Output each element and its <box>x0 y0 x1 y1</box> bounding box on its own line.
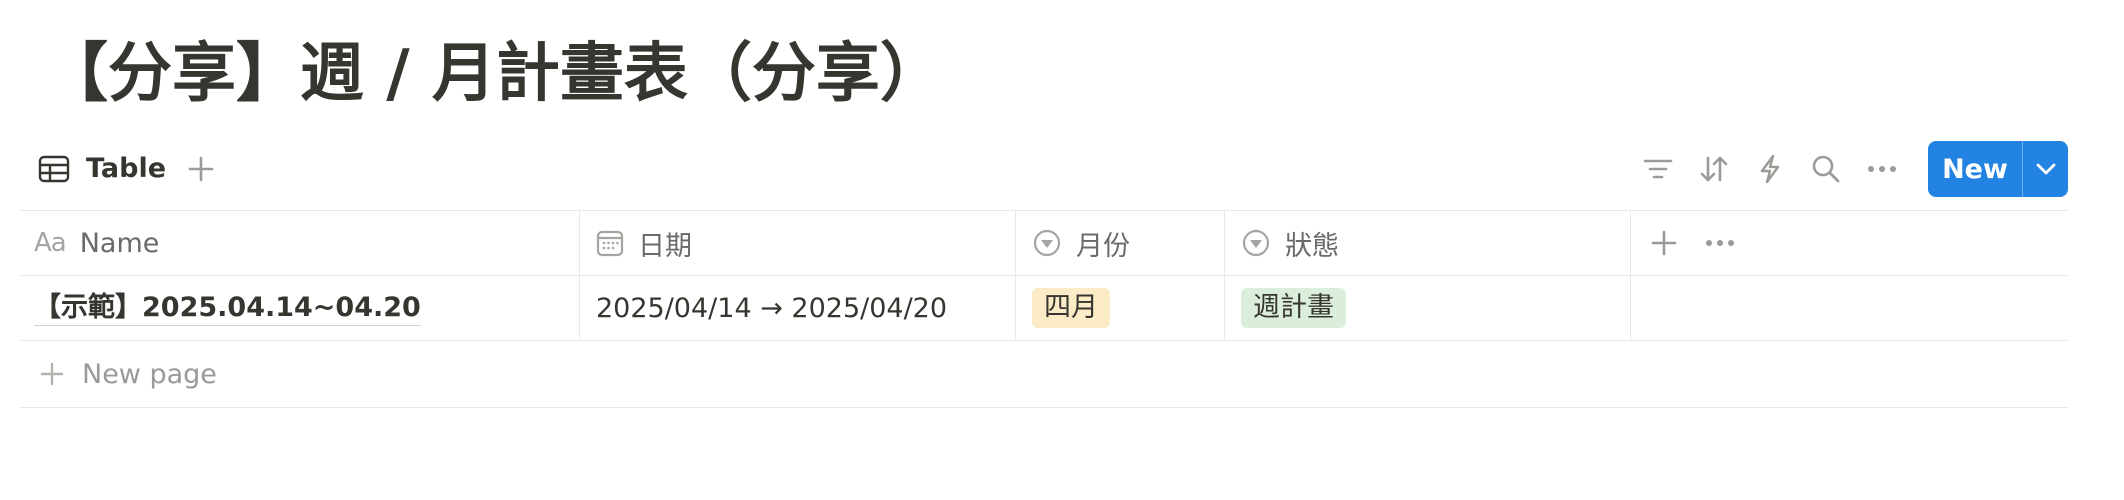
new-button[interactable]: New <box>1928 141 2068 197</box>
column-header-month[interactable]: 月份 <box>1016 211 1225 275</box>
cell-month[interactable]: 四月 <box>1016 276 1225 340</box>
automation-button[interactable] <box>1742 147 1798 191</box>
plus-icon <box>40 362 64 386</box>
column-header-label: 狀態 <box>1285 230 1339 262</box>
column-header-name[interactable]: Aa Name <box>20 211 580 275</box>
filter-button[interactable] <box>1630 147 1686 191</box>
add-property-button[interactable] <box>1651 230 1677 256</box>
search-icon <box>1811 154 1841 184</box>
new-dropdown-button[interactable] <box>2023 141 2068 197</box>
calendar-icon <box>596 229 624 257</box>
select-icon <box>1241 228 1271 258</box>
filter-icon <box>1643 157 1673 181</box>
column-header-label: 月份 <box>1076 230 1130 262</box>
search-button[interactable] <box>1798 147 1854 191</box>
plus-icon <box>1651 230 1677 256</box>
aa-text-icon: Aa <box>34 228 67 258</box>
more-options-button[interactable] <box>1854 147 1910 191</box>
database-table: Aa Name 日期 月份 狀態 【示範】2025.04.14~04.20 20… <box>20 210 2068 408</box>
cell-empty <box>1631 276 2068 340</box>
cell-status[interactable]: 週計畫 <box>1225 276 1631 340</box>
sort-button[interactable] <box>1686 147 1742 191</box>
more-icon <box>1867 165 1897 173</box>
column-header-label: 日期 <box>638 230 692 262</box>
cell-date[interactable]: 2025/04/14 → 2025/04/20 <box>580 276 1016 340</box>
page-link[interactable]: 【示範】2025.04.14~04.20 <box>34 291 421 326</box>
new-button-label[interactable]: New <box>1928 141 2022 197</box>
table-icon <box>38 155 70 183</box>
plus-icon <box>188 156 214 182</box>
more-icon <box>1706 240 1734 246</box>
database-toolbar: New <box>1630 140 2068 198</box>
column-more-button[interactable] <box>1705 239 1735 247</box>
chevron-down-icon <box>2036 163 2056 175</box>
date-range-value: 2025/04/14 → 2025/04/20 <box>596 292 948 324</box>
column-header-label: Name <box>79 227 160 259</box>
add-view-button[interactable] <box>184 152 218 186</box>
view-bar: Table New <box>20 140 2068 198</box>
tab-table-label: Table <box>86 153 167 184</box>
page: 【分享】週 / 月計畫表（分享） Table New Aa Name 日期 月份… <box>0 0 2124 500</box>
automation-icon <box>1758 154 1782 184</box>
table-header-row: Aa Name 日期 月份 狀態 <box>20 210 2068 276</box>
column-header-date[interactable]: 日期 <box>580 211 1016 275</box>
status-tag: 週計畫 <box>1241 288 1346 328</box>
column-header-status[interactable]: 狀態 <box>1225 211 1631 275</box>
month-tag: 四月 <box>1032 288 1110 328</box>
page-title: 【分享】週 / 月計畫表（分享） <box>44 37 944 111</box>
column-header-actions <box>1631 211 2068 275</box>
sort-icon <box>1699 154 1729 184</box>
new-page-label: New page <box>82 358 217 390</box>
tab-table[interactable]: Table <box>38 148 166 190</box>
new-page-button[interactable]: New page <box>20 341 2068 408</box>
table-row[interactable]: 【示範】2025.04.14~04.20 2025/04/14 → 2025/0… <box>20 276 2068 341</box>
cell-name[interactable]: 【示範】2025.04.14~04.20 <box>20 276 580 340</box>
select-icon <box>1032 228 1062 258</box>
